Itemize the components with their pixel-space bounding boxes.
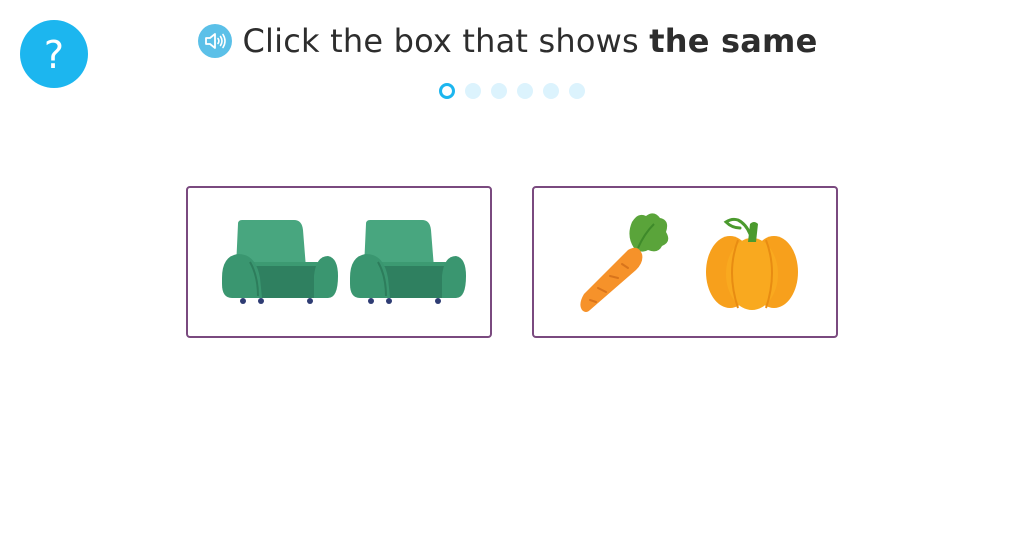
answer-box-armchairs[interactable] [186, 186, 492, 338]
progress-dot [517, 83, 533, 99]
question-header: Click the box that shows the same [0, 22, 1024, 60]
audio-button[interactable] [198, 24, 233, 58]
progress-dot-current [439, 83, 455, 99]
question-prompt: Click the box that shows the same [242, 22, 817, 60]
progress-dot [569, 83, 585, 99]
question-text-plain: Click the box that shows [242, 22, 650, 60]
answer-box-carrot-pumpkin[interactable] [532, 186, 838, 338]
armchair-icon [350, 220, 466, 304]
carrot-icon [580, 213, 669, 312]
progress-dot [491, 83, 507, 99]
progress-dot [465, 83, 481, 99]
progress-dots [0, 83, 1024, 99]
speaker-icon [205, 33, 227, 49]
question-text-emphasis: the same [649, 22, 818, 60]
exercise-page: ? Click the box that shows the same [0, 0, 1024, 560]
armchair-icon [222, 220, 338, 304]
pumpkin-icon [706, 217, 798, 310]
progress-dot [543, 83, 559, 99]
